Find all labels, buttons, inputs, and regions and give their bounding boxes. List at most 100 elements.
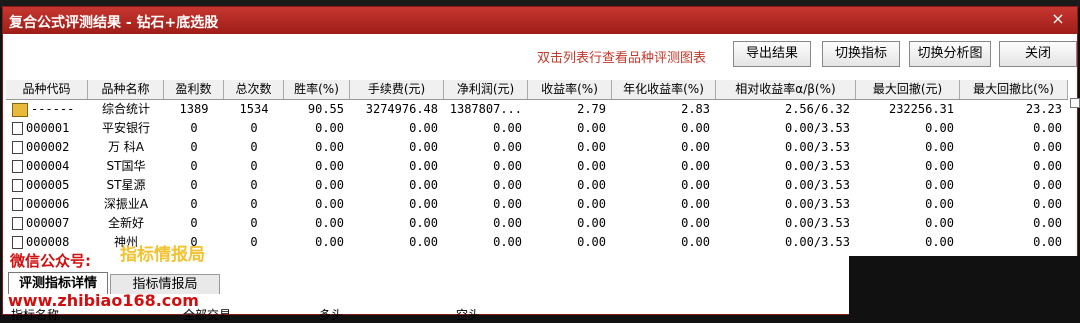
cell-fee: 0.00 [409, 178, 438, 192]
switch-indicator-button[interactable]: 切换指标 [822, 41, 900, 67]
cell-total: 1534 [239, 102, 269, 116]
table-header: 品种代码 品种名称 盈利数 总次数 胜率(%) 手续费(元) 净利润(元) 收益率(%) 年化收… [6, 80, 1068, 100]
cell-name: 万 科A [107, 140, 145, 154]
column-header[interactable]: 年化收益率(%) [612, 80, 716, 99]
cell-annual: 0.00 [681, 235, 710, 249]
switch-chart-button[interactable]: 切换分析图 [909, 41, 991, 67]
code-text: 000001 [26, 121, 70, 135]
cell-ret: 0.00 [577, 140, 606, 154]
cell-ddr: 0.00 [1033, 159, 1062, 173]
cell-win: 0.00 [315, 197, 344, 211]
table-row[interactable]: 000005 ST星源 0 0 0.00 0.00 0.00 0.00 0.00 0.00/3.5… [6, 176, 1068, 195]
cell-dd: 0.00 [925, 140, 954, 154]
cell-fee: 0.00 [409, 121, 438, 135]
column-header[interactable]: 相对收益率α/β(%) [716, 80, 856, 99]
code-text: 000007 [26, 216, 70, 230]
table-row[interactable]: 000006 深振业A 0 0 0.00 0.00 0.00 0.00 0.00 0.00/3.5… [6, 195, 1068, 214]
background-region [849, 256, 1080, 315]
cell-ret: 0.00 [577, 159, 606, 173]
column-header[interactable]: 品种名称 [88, 80, 164, 99]
document-icon [12, 160, 23, 173]
cell-ddr: 0.00 [1033, 140, 1062, 154]
cell-net: 0.00 [493, 197, 522, 211]
document-icon [12, 179, 23, 192]
cell-dd: 0.00 [925, 159, 954, 173]
column-header[interactable]: 胜率(%) [284, 80, 350, 99]
cell-net: 0.00 [493, 216, 522, 230]
cell-rel: 0.00/3.53 [784, 140, 850, 154]
cell-total: 0 [250, 216, 258, 230]
cell-annual: 0.00 [681, 216, 710, 230]
column-header[interactable]: 最大回撤比(%) [960, 80, 1068, 99]
cell-total: 0 [250, 159, 258, 173]
window-title: 复合公式评测结果 - 钻石+底选股 [9, 15, 219, 31]
cell-win: 90.55 [307, 102, 344, 116]
export-button[interactable]: 导出结果 [733, 41, 811, 67]
cell-profit: 0 [190, 159, 198, 173]
document-icon [12, 217, 23, 230]
cell-code: 000004 [6, 157, 94, 176]
cell-code: ------ [6, 100, 94, 119]
cell-rel: 0.00/3.53 [784, 121, 850, 135]
cell-win: 0.00 [315, 159, 344, 173]
document-icon [12, 141, 23, 154]
cell-ddr: 0.00 [1033, 197, 1062, 211]
column-header[interactable]: 总次数 [224, 80, 284, 99]
cell-code: 000002 [6, 138, 94, 157]
cell-ret: 0.00 [577, 121, 606, 135]
cell-profit: 0 [190, 121, 198, 135]
hint-text: 双击列表行查看品种评测图表 [537, 51, 707, 66]
cell-code: 000006 [6, 195, 94, 214]
cell-total: 0 [250, 178, 258, 192]
close-icon[interactable]: × [1047, 9, 1069, 29]
column-header[interactable]: 手续费(元) [350, 80, 444, 99]
results-table: 品种代码 品种名称 盈利数 总次数 胜率(%) 手续费(元) 净利润(元) 收益率(%) 年化收… [6, 80, 1068, 256]
cell-fee: 0.00 [409, 140, 438, 154]
cell-annual: 2.83 [681, 102, 710, 116]
column-header[interactable]: 净利润(元) [444, 80, 528, 99]
scrollbar[interactable] [1070, 98, 1080, 108]
code-text: 000005 [26, 178, 70, 192]
cell-profit: 1389 [179, 102, 209, 116]
cell-total: 0 [250, 235, 258, 249]
column-header[interactable]: 盈利数 [164, 80, 224, 99]
cell-annual: 0.00 [681, 159, 710, 173]
cell-name: 深振业A [103, 197, 149, 211]
column-header[interactable]: 收益率(%) [528, 80, 612, 99]
table-row[interactable]: 000001 平安银行 0 0 0.00 0.00 0.00 0.00 0.00 0.00/3.5… [6, 119, 1068, 138]
cell-profit: 0 [190, 197, 198, 211]
cell-net: 1387807... [449, 102, 522, 116]
cell-total: 0 [250, 140, 258, 154]
cell-dd: 232256.31 [888, 102, 954, 116]
close-button[interactable]: 关闭 [999, 41, 1077, 67]
cell-ddr: 23.23 [1025, 102, 1062, 116]
table-row[interactable]: ------ 综合统计 1389 1534 90.55 3274976.48 1387807… [6, 100, 1068, 119]
cell-ret: 0.00 [577, 178, 606, 192]
cell-win: 0.00 [315, 178, 344, 192]
cell-total: 0 [250, 197, 258, 211]
cell-code: 000001 [6, 119, 94, 138]
column-header[interactable]: 品种代码 [6, 80, 88, 99]
title-bar[interactable]: 复合公式评测结果 - 钻石+底选股 × [3, 7, 1077, 34]
cell-ddr: 0.00 [1033, 178, 1062, 192]
document-icon [12, 198, 23, 211]
cell-win: 0.00 [315, 140, 344, 154]
cell-profit: 0 [190, 140, 198, 154]
table-row[interactable]: 000002 万 科A 0 0 0.00 0.00 0.00 0.00 0.00 0.00/3.5… [6, 138, 1068, 157]
cell-win: 0.00 [315, 235, 344, 249]
table-row[interactable]: 000007 全新好 0 0 0.00 0.00 0.00 0.00 0.00 0.00/3.53… [6, 214, 1068, 233]
cell-name: 全新好 [107, 216, 144, 230]
cell-annual: 0.00 [681, 121, 710, 135]
cell-name: 综合统计 [101, 102, 150, 116]
cell-fee: 3274976.48 [365, 102, 438, 116]
cell-ddr: 0.00 [1033, 121, 1062, 135]
code-text: 000006 [26, 197, 70, 211]
cell-profit: 0 [190, 216, 198, 230]
cell-net: 0.00 [493, 140, 522, 154]
cell-rel: 0.00/3.53 [784, 235, 850, 249]
column-header[interactable]: 最大回撤(元) [856, 80, 960, 99]
cell-win: 0.00 [315, 216, 344, 230]
table-row[interactable]: 000004 ST国华 0 0 0.00 0.00 0.00 0.00 0.00 0.00/3.5… [6, 157, 1068, 176]
cell-net: 0.00 [493, 235, 522, 249]
cell-rel: 0.00/3.53 [784, 159, 850, 173]
